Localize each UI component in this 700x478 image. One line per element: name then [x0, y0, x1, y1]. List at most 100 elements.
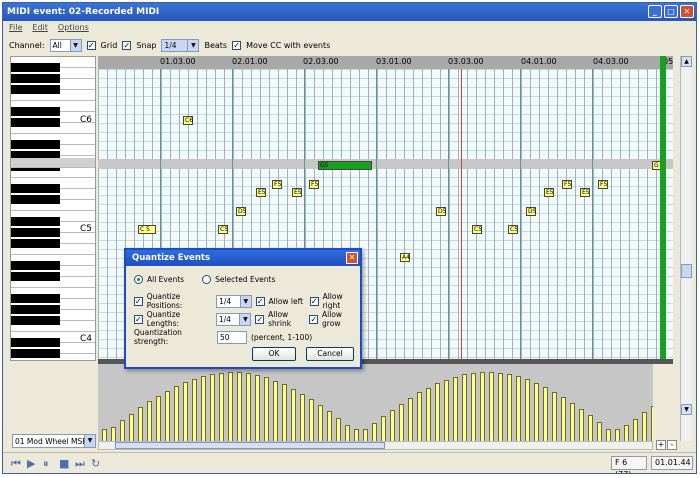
strength-input[interactable]: 50 — [217, 330, 247, 344]
cc-value-bar[interactable] — [633, 419, 638, 442]
menu-options[interactable]: Options — [58, 21, 89, 35]
black-key[interactable] — [11, 239, 60, 248]
cc-value-bar[interactable] — [318, 405, 323, 442]
timeline-ruler[interactable]: 01.03.00 02.01.00 02.03.00 03.01.00 03.03.00… — [98, 56, 673, 69]
cc-value-bar[interactable] — [165, 391, 170, 442]
midi-note[interactable]: D5 — [236, 207, 246, 216]
allow-left-checkbox[interactable]: ✓ — [255, 296, 265, 306]
black-key[interactable] — [11, 261, 60, 270]
cc-value-bar[interactable] — [534, 383, 539, 442]
quantize-positions-checkbox[interactable]: ✓ — [134, 296, 143, 306]
midi-note[interactable]: C6 — [183, 116, 193, 125]
cc-value-bar[interactable] — [228, 372, 233, 442]
midi-note[interactable]: C 5 — [138, 225, 156, 234]
black-key[interactable] — [11, 85, 60, 94]
quantize-lengths-checkbox[interactable]: ✓ — [134, 314, 143, 324]
midi-note[interactable]: F5 — [272, 180, 282, 189]
controller-select[interactable]: 01 Mod Wheel MSB ▼ — [12, 434, 96, 448]
horizontal-scroll-thumb[interactable] — [115, 442, 385, 449]
snap-checkbox[interactable]: ✓ — [122, 40, 132, 50]
cc-value-bar[interactable] — [210, 374, 215, 442]
cancel-button[interactable]: Cancel — [306, 347, 354, 361]
cc-value-bar[interactable] — [444, 380, 449, 442]
cc-value-bar[interactable] — [138, 407, 143, 442]
piano-keyboard[interactable]: C6 C5 C4 — [10, 56, 96, 361]
cc-value-bar[interactable] — [462, 374, 467, 442]
cc-value-bar[interactable] — [453, 377, 458, 442]
cc-value-bar[interactable] — [408, 398, 413, 442]
cc-value-bar[interactable] — [255, 375, 260, 442]
channel-select[interactable]: All ▼ — [49, 38, 82, 52]
cc-value-bar[interactable] — [327, 411, 332, 442]
snap-select[interactable]: 1/4 ▼ — [161, 38, 200, 52]
vertical-scroll-thumb[interactable] — [681, 264, 692, 278]
cc-value-bar[interactable] — [399, 404, 404, 442]
cc-value-bar[interactable] — [480, 372, 485, 442]
black-key[interactable] — [11, 195, 60, 204]
cc-value-bar[interactable] — [201, 376, 206, 442]
cc-value-bar[interactable] — [264, 377, 269, 442]
midi-note[interactable]: C5 — [218, 225, 228, 234]
cc-value-bar[interactable] — [552, 392, 557, 442]
play-icon[interactable]: ▶ — [27, 457, 35, 470]
menu-file[interactable]: File — [9, 21, 22, 35]
black-key[interactable] — [11, 184, 60, 193]
cc-value-bar[interactable] — [174, 386, 179, 442]
move-cc-checkbox[interactable]: ✓ — [232, 40, 242, 50]
skip-back-icon[interactable]: ⏮ — [11, 457, 21, 471]
cc-value-bar[interactable] — [111, 427, 116, 442]
cc-value-bar[interactable] — [570, 403, 575, 442]
cc-value-bar[interactable] — [309, 399, 314, 442]
midi-note[interactable]: A4 — [400, 253, 410, 262]
cc-value-bar[interactable] — [543, 387, 548, 442]
cc-value-bar[interactable] — [642, 412, 647, 442]
black-key[interactable] — [11, 217, 60, 226]
black-key[interactable] — [11, 118, 60, 127]
allow-right-checkbox[interactable]: ✓ — [309, 296, 319, 306]
black-key[interactable] — [11, 294, 60, 303]
cc-value-bar[interactable] — [498, 373, 503, 442]
cc-value-bar[interactable] — [471, 373, 476, 442]
cc-value-bar[interactable] — [651, 406, 653, 442]
allow-grow-checkbox[interactable]: ✓ — [309, 314, 319, 324]
zoom-out-icon[interactable]: - — [667, 440, 677, 450]
allow-shrink-checkbox[interactable]: ✓ — [255, 314, 265, 324]
cc-value-bar[interactable] — [147, 401, 152, 442]
cc-value-bar[interactable] — [489, 372, 494, 442]
cc-value-bar[interactable] — [282, 384, 287, 442]
ok-button[interactable]: OK — [252, 347, 296, 361]
cc-value-bar[interactable] — [192, 379, 197, 442]
cc-value-bar[interactable] — [516, 376, 521, 442]
midi-note[interactable]: D5 — [436, 207, 446, 216]
controller-lane[interactable] — [98, 364, 653, 442]
scroll-up-icon[interactable]: ▲ — [681, 56, 692, 67]
cc-value-bar[interactable] — [597, 422, 602, 442]
black-key[interactable] — [11, 305, 60, 314]
black-key[interactable] — [11, 349, 60, 358]
black-key[interactable] — [11, 74, 60, 83]
midi-note[interactable]: E5 — [544, 188, 554, 197]
midi-note[interactable]: G5 — [318, 161, 372, 170]
cc-value-bar[interactable] — [561, 397, 566, 442]
cc-value-bar[interactable] — [300, 394, 305, 442]
midi-note[interactable]: F5 — [598, 180, 608, 189]
midi-note[interactable]: C5 — [472, 225, 482, 234]
vertical-scrollbar[interactable]: ▲ ▼ — [680, 56, 692, 441]
cc-value-bar[interactable] — [624, 425, 629, 442]
zoom-in-icon[interactable]: + — [656, 440, 666, 450]
black-key[interactable] — [11, 63, 60, 72]
positions-select[interactable]: 1/4 ▼ — [216, 294, 252, 308]
all-events-radio[interactable] — [134, 275, 143, 284]
midi-note[interactable]: E5 — [256, 188, 266, 197]
midi-note[interactable]: E5 — [580, 188, 590, 197]
cc-value-bar[interactable] — [435, 383, 440, 442]
close-button[interactable]: ✕ — [680, 5, 694, 18]
cc-value-bar[interactable] — [156, 396, 161, 442]
black-key[interactable] — [11, 316, 60, 325]
midi-note[interactable]: E5 — [292, 188, 302, 197]
midi-note[interactable]: C5 — [508, 225, 518, 234]
horizontal-scrollbar[interactable] — [98, 441, 653, 450]
cc-value-bar[interactable] — [120, 420, 125, 442]
grid-checkbox[interactable]: ✓ — [86, 40, 96, 50]
cc-value-bar[interactable] — [291, 389, 296, 442]
